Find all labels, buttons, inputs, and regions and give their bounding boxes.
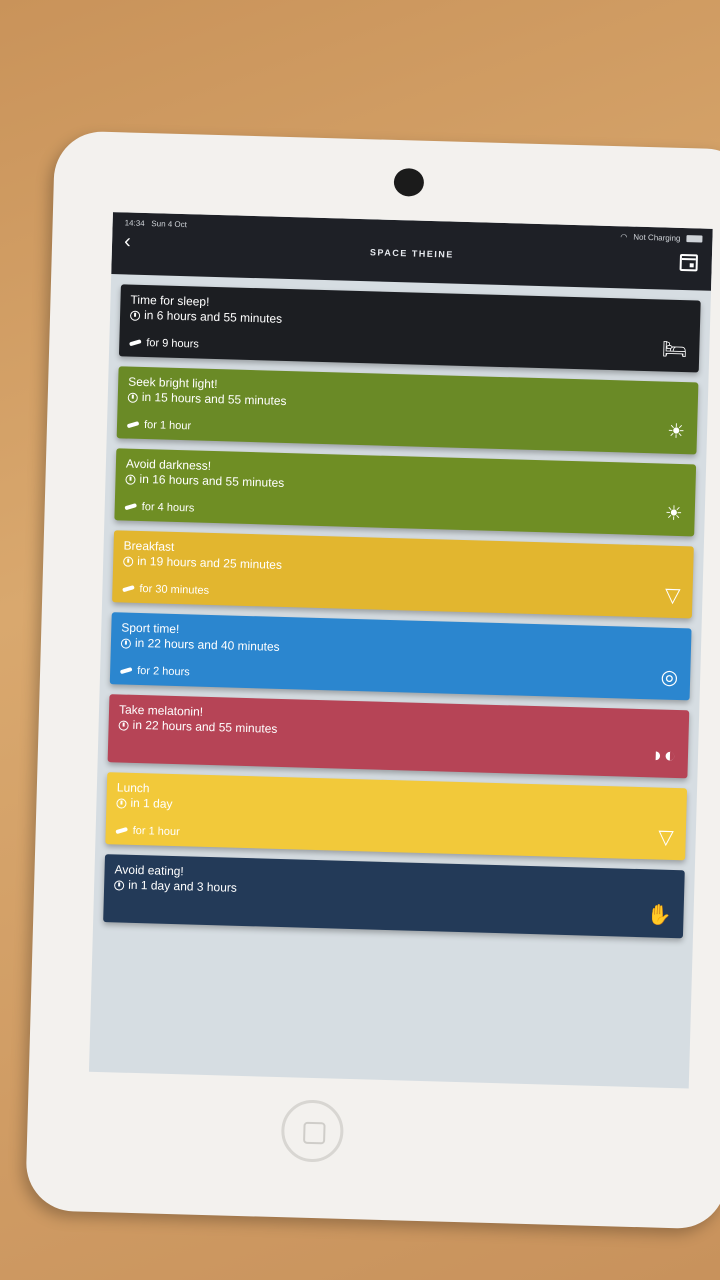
event-time-text: in 1 day and 3 hours bbox=[127, 877, 238, 895]
pills-icon: ◗◐ bbox=[651, 744, 677, 768]
bed-icon: 🛏 bbox=[661, 338, 688, 362]
duration-icon bbox=[119, 667, 133, 675]
clock-icon bbox=[116, 797, 127, 809]
event-duration-text: for 4 hours bbox=[141, 501, 195, 515]
event-card[interactable]: Lunch in 1 day for 1 hour ▽ bbox=[105, 772, 688, 861]
page-title: SPACE THEINE bbox=[369, 247, 454, 260]
clock-icon bbox=[127, 392, 138, 403]
clock-icon bbox=[125, 474, 136, 485]
duration-icon bbox=[128, 339, 142, 347]
wifi-icon: ◠ bbox=[620, 232, 628, 242]
event-card[interactable]: Time for sleep! in 6 hours and 55 minutes… bbox=[118, 284, 701, 373]
clock-icon bbox=[120, 637, 132, 649]
basketball-icon: ◎ bbox=[660, 666, 679, 690]
event-duration-text: for 2 hours bbox=[136, 664, 190, 679]
event-duration-text: for 1 hour bbox=[132, 824, 180, 839]
pizza-icon: ▽ bbox=[658, 826, 675, 849]
event-time-text: in 6 hours and 55 minutes bbox=[143, 307, 283, 326]
status-time: 14:34 bbox=[124, 218, 145, 228]
pizza-icon: ▽ bbox=[664, 584, 681, 608]
sun-icon: ☀ bbox=[664, 502, 684, 526]
event-list: Time for sleep! in 6 hours and 55 minutes… bbox=[93, 274, 711, 939]
status-date: Sun 4 Oct bbox=[151, 219, 188, 230]
duration-icon bbox=[122, 585, 135, 593]
event-card[interactable]: Avoid eating! in 1 day and 3 hours ✋ bbox=[103, 854, 685, 939]
event-card[interactable]: Take melatonin! in 22 hours and 55 minute… bbox=[107, 694, 690, 779]
duration-icon bbox=[115, 826, 129, 835]
charging-status: Not Charging bbox=[633, 232, 681, 243]
camera-icon bbox=[393, 167, 425, 197]
clock-icon bbox=[114, 879, 125, 891]
battery-icon bbox=[686, 235, 703, 243]
event-card[interactable]: Avoid darkness! in 16 hours and 55 minute… bbox=[114, 448, 697, 537]
event-duration: for 30 minutes bbox=[122, 582, 682, 610]
event-time-text: in 22 hours and 40 minutes bbox=[134, 635, 280, 654]
event-time-text: in 16 hours and 55 minutes bbox=[139, 471, 285, 490]
duration-icon bbox=[126, 421, 140, 429]
event-card[interactable]: Breakfast in 19 hours and 25 minutes for 3… bbox=[112, 530, 694, 619]
event-card[interactable]: Sport time! in 22 hours and 40 minutes for… bbox=[109, 612, 692, 701]
event-duration: for 2 hours bbox=[119, 664, 680, 692]
event-time-text: in 15 hours and 55 minutes bbox=[141, 389, 287, 408]
event-time-text: in 1 day bbox=[130, 795, 173, 811]
clock-icon bbox=[129, 310, 141, 321]
tablet-device: 14:34 Sun 4 Oct ◠ Not Charging ‹ SPACE T… bbox=[25, 130, 720, 1230]
status-bar: 14:34 Sun 4 Oct ◠ Not Charging bbox=[125, 218, 703, 243]
event-duration: for 4 hours bbox=[124, 501, 685, 529]
event-duration-text: for 30 minutes bbox=[139, 582, 210, 597]
sun-icon: ☀ bbox=[666, 420, 686, 444]
event-duration: for 1 hour bbox=[126, 419, 687, 447]
event-time-text: in 22 hours and 55 minutes bbox=[132, 717, 278, 736]
calendar-button[interactable] bbox=[679, 253, 699, 272]
event-duration-text: for 9 hours bbox=[146, 337, 200, 351]
home-button[interactable] bbox=[280, 1099, 345, 1163]
event-duration-text: for 1 hour bbox=[143, 419, 192, 433]
clock-icon bbox=[118, 719, 129, 731]
event-duration: for 9 hours bbox=[128, 337, 689, 365]
event-time-text: in 19 hours and 25 minutes bbox=[137, 553, 283, 572]
app-screen: 14:34 Sun 4 Oct ◠ Not Charging ‹ SPACE T… bbox=[88, 212, 713, 1089]
event-duration: for 1 hour bbox=[115, 824, 676, 852]
hand-icon: ✋ bbox=[646, 904, 672, 927]
clock-icon bbox=[123, 556, 134, 567]
event-card[interactable]: Seek bright light! in 15 hours and 55 min… bbox=[116, 366, 699, 455]
duration-icon bbox=[124, 503, 138, 511]
